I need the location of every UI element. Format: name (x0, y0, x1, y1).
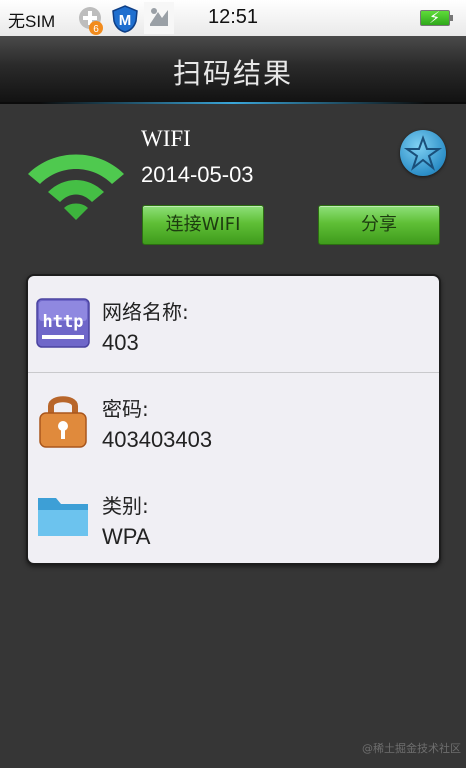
clean-plus-icon: 6 (76, 4, 108, 40)
wifi-details-card: http 网络名称: 403 密码: 403403403 类别: WPA (26, 274, 441, 565)
share-button[interactable]: 分享 (318, 205, 440, 245)
connect-wifi-button[interactable]: 连接WIFI (142, 205, 264, 245)
svg-text:http: http (43, 312, 84, 332)
battery-charging-icon: ⚡ (420, 8, 453, 27)
svg-text:M: M (119, 12, 132, 29)
network-name-value: 403 (102, 330, 139, 355)
type-value: WPA (102, 524, 151, 549)
http-icon: http (36, 298, 90, 352)
security-shield-icon: M (110, 4, 140, 38)
lock-icon (36, 391, 90, 453)
password-value: 403403403 (102, 427, 213, 452)
wifi-ssid: WIFI (141, 126, 191, 151)
watermark: @稀土掘金技术社区 (362, 742, 461, 755)
network-name-row: http 网络名称: 403 (28, 276, 439, 372)
title-bar: 扫码结果 (0, 36, 466, 104)
star-icon (403, 135, 443, 171)
type-label: 类别: (102, 494, 149, 518)
favorite-star-button[interactable] (400, 130, 446, 176)
page-title: 扫码结果 (172, 57, 293, 90)
password-row: 密码: 403403403 (28, 373, 439, 469)
notification-badge-count: 6 (93, 24, 99, 35)
app-notification-icon (144, 2, 174, 38)
clock: 12:51 (208, 6, 259, 28)
type-row: 类别: WPA (28, 470, 439, 563)
network-name-label: 网络名称: (102, 300, 189, 324)
status-bar: 无SIM 6 M 12:51 ⚡ (0, 0, 466, 36)
scan-date: 2014-05-03 (141, 162, 254, 187)
password-label: 密码: (102, 397, 149, 421)
folder-icon (36, 490, 90, 544)
carrier-label: 无SIM (8, 12, 56, 31)
wifi-signal-icon (24, 150, 128, 230)
